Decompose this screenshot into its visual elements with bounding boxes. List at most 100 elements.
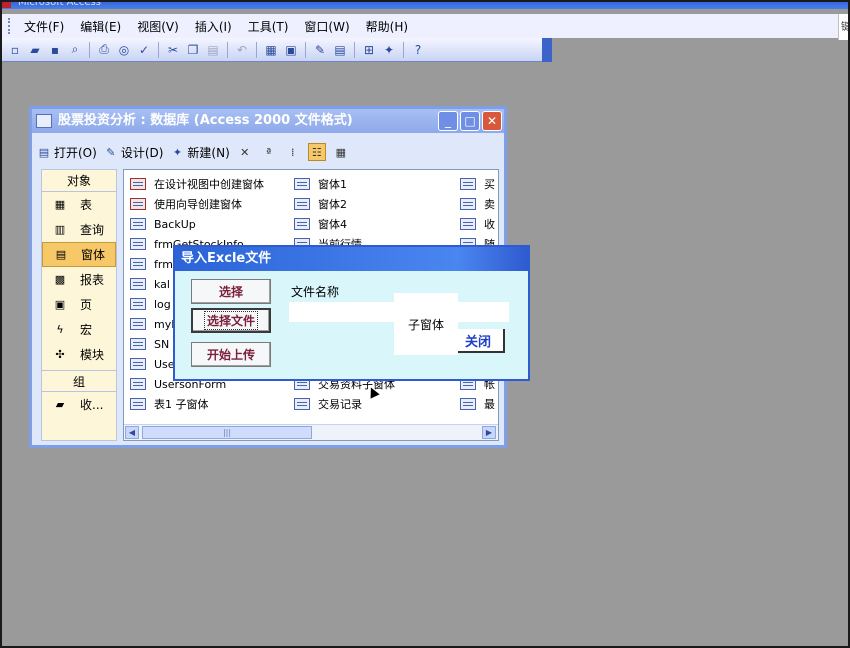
- menu-insert[interactable]: 插入(I): [187, 18, 240, 35]
- scrollbar-thumb[interactable]: |||: [142, 426, 312, 439]
- scroll-left-icon[interactable]: ◀: [125, 426, 139, 439]
- list-view-icon[interactable]: ☷: [307, 143, 326, 161]
- object-label: 窗体: [81, 248, 106, 262]
- close-button[interactable]: ✕: [482, 111, 502, 131]
- open-object-icon: ▤: [38, 145, 50, 159]
- list-item[interactable]: 最: [460, 394, 495, 414]
- list-item[interactable]: 在设计视图中创建窗体: [130, 174, 264, 194]
- new-button-label: 新建(N): [187, 145, 230, 160]
- copy-icon[interactable]: ❐: [184, 41, 202, 59]
- object-reports[interactable]: ▩ 报表: [42, 267, 116, 292]
- new-button[interactable]: ✦ 新建(N): [169, 144, 230, 161]
- list-item[interactable]: 交易记录: [294, 394, 395, 414]
- list-item[interactable]: 表1 子窗体: [130, 394, 264, 414]
- large-icons-view-icon[interactable]: ª: [260, 143, 278, 161]
- list-item[interactable]: 窗体2: [294, 194, 395, 214]
- menu-file[interactable]: 文件(F): [16, 18, 72, 35]
- list-item[interactable]: 窗体1: [294, 174, 395, 194]
- query-icon: ▥: [54, 223, 66, 236]
- scroll-right-icon[interactable]: ▶: [482, 426, 496, 439]
- select-button[interactable]: 选择: [191, 279, 271, 304]
- object-label: 查询: [80, 223, 105, 237]
- save-icon[interactable]: ▪: [46, 41, 64, 59]
- help-icon[interactable]: ?: [409, 41, 427, 59]
- open-button-label: 打开(O): [54, 145, 97, 160]
- group-label: 收...: [80, 398, 104, 412]
- objects-header: 对象: [42, 170, 116, 192]
- form-icon: [460, 398, 476, 410]
- list-item[interactable]: 使用向导创建窗体: [130, 194, 264, 214]
- database-window-title: 股票投资分析 : 数据库 (Access 2000 文件格式): [58, 113, 353, 128]
- toolbar-options-button[interactable]: [542, 37, 552, 62]
- file-name-label: 文件名称: [291, 285, 340, 299]
- print-preview-icon[interactable]: ◎: [115, 41, 133, 59]
- toolbar-separator: [305, 41, 306, 58]
- app-title-bar: Microsoft Access: [0, 0, 850, 9]
- list-item[interactable]: 买: [460, 174, 495, 194]
- design-button[interactable]: ✎ 设计(D): [103, 144, 164, 161]
- new-icon[interactable]: ▫: [6, 41, 24, 59]
- groups-header: 组: [42, 370, 116, 392]
- print-icon[interactable]: ⎙: [95, 41, 113, 59]
- object-label: 模块: [80, 348, 105, 362]
- menu-view[interactable]: 视图(V): [129, 18, 187, 35]
- paste-icon[interactable]: ▤: [204, 41, 222, 59]
- start-upload-button[interactable]: 开始上传: [191, 342, 271, 367]
- open-icon[interactable]: ▰: [26, 41, 44, 59]
- object-forms[interactable]: ▤ 窗体: [42, 242, 116, 267]
- object-macros[interactable]: ϟ宏: [42, 317, 116, 342]
- maximize-button[interactable]: □: [460, 111, 480, 131]
- details-view-icon[interactable]: ▦: [332, 143, 350, 161]
- list-item[interactable]: BackUp: [130, 214, 264, 234]
- menu-edit[interactable]: 编辑(E): [72, 18, 129, 35]
- form-icon: [130, 378, 146, 390]
- relationships-icon[interactable]: ⊞: [360, 41, 378, 59]
- menubar-grip[interactable]: [8, 18, 12, 34]
- macro-icon: ϟ: [56, 323, 64, 336]
- open-button[interactable]: ▤ 打开(O): [36, 144, 97, 161]
- dialog-title[interactable]: 导入Excle文件: [175, 247, 528, 271]
- object-pages[interactable]: ▣ 页: [42, 292, 116, 317]
- menu-help[interactable]: 帮助(H): [358, 18, 416, 35]
- design-button-label: 设计(D): [120, 145, 164, 160]
- object-tables[interactable]: ▦ 表: [42, 192, 116, 217]
- form-icon: [460, 198, 476, 210]
- office-links-icon[interactable]: ▦: [262, 41, 280, 59]
- page-icon: ▣: [54, 298, 66, 311]
- form-icon: [130, 278, 146, 290]
- search-icon[interactable]: ⌕: [66, 41, 84, 59]
- menu-window[interactable]: 窗口(W): [296, 18, 357, 35]
- form-icon: [294, 398, 310, 410]
- properties-icon[interactable]: ▤: [331, 41, 349, 59]
- menu-tools[interactable]: 工具(T): [240, 18, 297, 35]
- cut-icon[interactable]: ✂: [164, 41, 182, 59]
- horizontal-scrollbar[interactable]: ◀ ||| ▶: [124, 424, 498, 440]
- report-icon: ▩: [54, 273, 66, 286]
- delete-icon[interactable]: ✕: [236, 143, 254, 161]
- select-file-button[interactable]: 选择文件: [191, 308, 271, 333]
- group-favorites[interactable]: ▰ 收...: [42, 392, 116, 417]
- help-search-box[interactable]: 键: [838, 14, 850, 40]
- design-icon: ✎: [106, 145, 116, 159]
- analyze-icon[interactable]: ▣: [282, 41, 300, 59]
- list-item[interactable]: 卖: [460, 194, 495, 214]
- spelling-icon[interactable]: ✓: [135, 41, 153, 59]
- list-item[interactable]: 窗体4: [294, 214, 395, 234]
- toolbar-separator: [354, 41, 355, 58]
- small-icons-view-icon[interactable]: ⁞: [284, 143, 302, 161]
- object-modules[interactable]: ✣ 模块: [42, 342, 116, 367]
- object-queries[interactable]: ▥ 查询: [42, 217, 116, 242]
- form-icon: [130, 338, 146, 350]
- minimize-button[interactable]: _: [438, 111, 458, 131]
- new-object-icon[interactable]: ✦: [380, 41, 398, 59]
- toolbar-separator: [256, 41, 257, 58]
- menu-bar: 文件(F) 编辑(E) 视图(V) 插入(I) 工具(T) 窗口(W) 帮助(H…: [0, 14, 838, 38]
- code-icon[interactable]: ✎: [311, 41, 329, 59]
- list-item[interactable]: 收: [460, 214, 495, 234]
- form-icon: [130, 398, 146, 410]
- object-label: 宏: [80, 323, 93, 337]
- screen: Microsoft Access 文件(F) 编辑(E) 视图(V) 插入(I)…: [0, 0, 850, 648]
- wizard-form-icon: [130, 198, 146, 210]
- database-window-title-bar[interactable]: 股票投资分析 : 数据库 (Access 2000 文件格式): [32, 109, 504, 133]
- undo-icon[interactable]: ↶: [233, 41, 251, 59]
